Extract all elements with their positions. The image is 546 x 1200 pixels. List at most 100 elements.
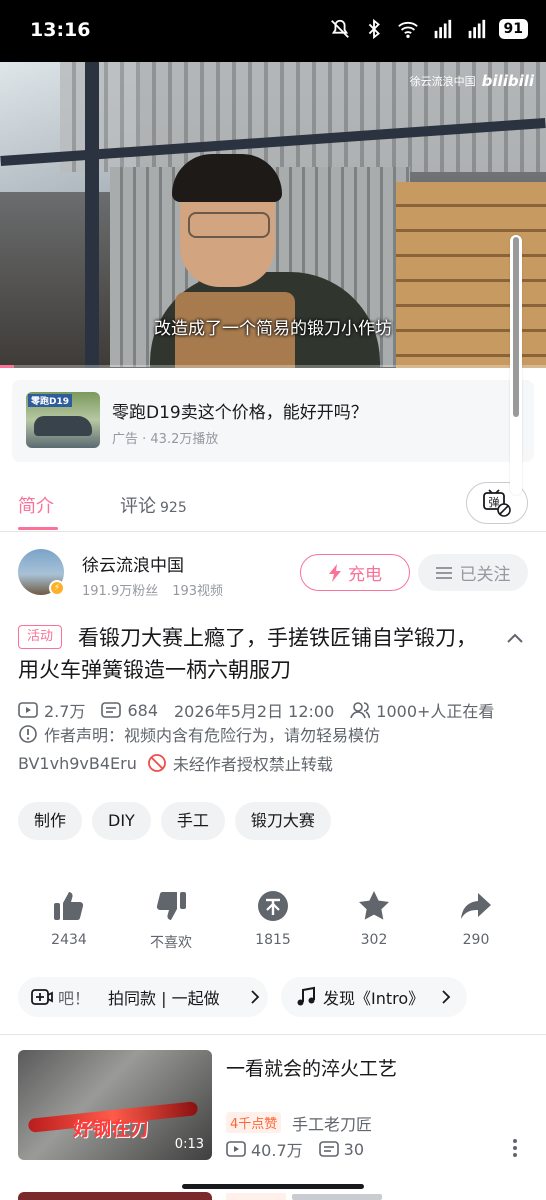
video-progress-bar[interactable]	[0, 365, 546, 368]
lightning-icon	[329, 563, 341, 582]
tab-comments-label: 评论	[120, 496, 156, 517]
uploader-stats: 191.9万粉丝 193视频	[82, 580, 237, 599]
favorite-button[interactable]: 302	[329, 888, 419, 948]
views-count: 2.7万	[44, 702, 86, 721]
watermark-channel: 徐云流浪中国	[409, 75, 476, 88]
tab-comments-count: 925	[160, 500, 187, 516]
car-image	[34, 416, 92, 436]
video-player[interactable]: 徐云流浪中国 bilibili 改造成了一个简易的锻刀小作坊	[0, 62, 546, 368]
music-note-icon	[297, 986, 315, 1006]
status-bar: 13:16 91	[0, 0, 546, 62]
dislike-button[interactable]: 不喜欢	[126, 888, 216, 952]
bilibili-logo: bilibili	[481, 72, 534, 90]
scrollbar-thumb[interactable]	[513, 237, 519, 417]
danmaku-count-icon	[101, 702, 122, 718]
tab-active-indicator	[18, 527, 58, 530]
share-button[interactable]: 290	[431, 888, 521, 948]
coin-icon	[258, 891, 288, 921]
coin-button[interactable]: 1815	[228, 888, 318, 948]
author-statement: 作者声明：视频内含有危险行为，请勿轻易模仿	[44, 726, 381, 745]
tag-list: 制作 DIY 手工 锻刀大赛	[18, 802, 331, 840]
ad-thumb-tag: 零跑D19	[28, 394, 72, 407]
signal-4g-icon	[468, 19, 485, 39]
star-icon	[359, 891, 389, 920]
video-subtitle: 改造成了一个简易的锻刀小作坊	[154, 319, 392, 339]
tab-comments[interactable]: 评论 925	[120, 492, 187, 518]
tab-intro-label: 简介	[18, 496, 54, 517]
video-meta-row: 2.7万 684 2026年5月2日 12:00 1000+人正在看	[18, 698, 494, 722]
favorite-count: 302	[360, 932, 388, 948]
signal-5g-icon	[434, 19, 451, 39]
share-icon	[461, 893, 491, 919]
no-repost-notice: 未经作者授权禁止转载	[147, 751, 333, 775]
tag-chip[interactable]: 制作	[18, 802, 83, 840]
dislike-label: 不喜欢	[150, 935, 192, 951]
video-frame-wood	[396, 182, 546, 368]
music-text: 发现《Intro》	[323, 989, 425, 1008]
tab-intro[interactable]: 简介	[18, 492, 54, 518]
video-duration: 0:13	[174, 1137, 204, 1152]
related-video-title[interactable]: 一看就会的淬火工艺	[226, 1054, 397, 1081]
battery-indicator: 91	[498, 19, 528, 39]
tag-chip[interactable]: DIY	[92, 802, 151, 840]
followed-label: 已关注	[459, 565, 511, 585]
related-video-author: 手工老刀匠	[292, 1115, 373, 1134]
charge-button[interactable]: 充电	[300, 554, 410, 591]
followed-button[interactable]: 已关注	[418, 554, 528, 591]
tab-bar: 简介 评论 925	[0, 474, 546, 532]
coin-count: 1815	[255, 932, 291, 948]
same-style-pill[interactable]: 吧！ 拍同款 | 一起做	[18, 977, 268, 1017]
video-watermark: 徐云流浪中国 bilibili	[410, 72, 534, 90]
tag-chip[interactable]: 手工	[160, 802, 225, 840]
play-count-icon	[18, 702, 38, 718]
thumbnail-caption: 好钢在刃	[73, 1118, 150, 1140]
wifi-icon	[397, 21, 418, 38]
bvid[interactable]: BV1vh9vB4Eru	[18, 754, 137, 773]
next-related-text	[292, 1194, 382, 1200]
play-count-icon	[226, 1141, 246, 1157]
author-statement-row: 作者声明：视频内含有危险行为，请勿轻易模仿	[18, 722, 380, 746]
danmaku-count: 684	[127, 700, 158, 720]
more-options-icon[interactable]	[508, 1137, 522, 1159]
share-count: 290	[462, 932, 490, 948]
ad-subtitle: 广告 · 43.2万播放	[112, 432, 219, 447]
info-icon	[19, 725, 37, 743]
next-related-badge	[226, 1193, 286, 1200]
forbidden-icon	[147, 754, 166, 772]
ad-card[interactable]: 零跑D19 零跑D19卖这个价格，能好开吗？ 广告 · 43.2万播放	[12, 380, 534, 462]
video-title: 看锻刀大赛上瘾了，手搓铁匠铺自学锻刀，用火车弹簧锻造一柄六朝服刀	[18, 626, 477, 682]
no-repost-text: 未经作者授权禁止转载	[172, 755, 333, 774]
related-views: 40.7万	[251, 1141, 303, 1160]
danmaku-count-icon	[318, 1141, 339, 1157]
related-video-thumbnail[interactable]: 好钢在刃 0:13	[18, 1050, 212, 1160]
same-style-prefix: 吧！	[58, 989, 91, 1008]
next-related-thumbnail[interactable]	[18, 1192, 212, 1200]
page-scrollbar[interactable]	[510, 235, 522, 495]
uploader-name[interactable]: 徐云流浪中国	[82, 551, 184, 576]
menu-lines-icon	[435, 566, 452, 579]
tag-chip[interactable]: 锻刀大赛	[234, 802, 331, 840]
bvid-row: BV1vh9vB4Eru 未经作者授权禁止转载	[18, 751, 333, 775]
thumbs-down-icon	[156, 892, 186, 920]
watching-count: 1000+人正在看	[376, 702, 495, 721]
like-count: 2434	[51, 932, 87, 948]
video-person-glasses	[188, 212, 270, 238]
home-indicator[interactable]	[182, 1184, 364, 1189]
related-danmaku: 30	[343, 1139, 364, 1159]
like-button[interactable]: 2434	[24, 888, 114, 948]
danmaku-icon-label: 弹	[489, 495, 500, 509]
video-progress-fill	[0, 365, 14, 368]
action-bar: 2434 不喜欢 1815 302 290	[0, 888, 546, 958]
chevron-up-icon[interactable]	[504, 628, 526, 650]
status-time: 13:16	[30, 19, 91, 41]
likes-badge: 4千点赞	[226, 1112, 282, 1133]
ad-title: 零跑D19卖这个价格，能好开吗？	[112, 403, 368, 423]
views-stat: 2.7万	[18, 698, 85, 722]
section-divider	[0, 1034, 546, 1035]
thumbs-up-icon	[54, 892, 84, 920]
bluetooth-icon	[368, 18, 380, 40]
music-pill[interactable]: 发现《Intro》	[281, 977, 467, 1017]
uploader-followers: 191.9万粉丝	[82, 584, 159, 599]
mute-icon	[330, 19, 349, 38]
chevron-right-icon	[251, 990, 260, 1004]
